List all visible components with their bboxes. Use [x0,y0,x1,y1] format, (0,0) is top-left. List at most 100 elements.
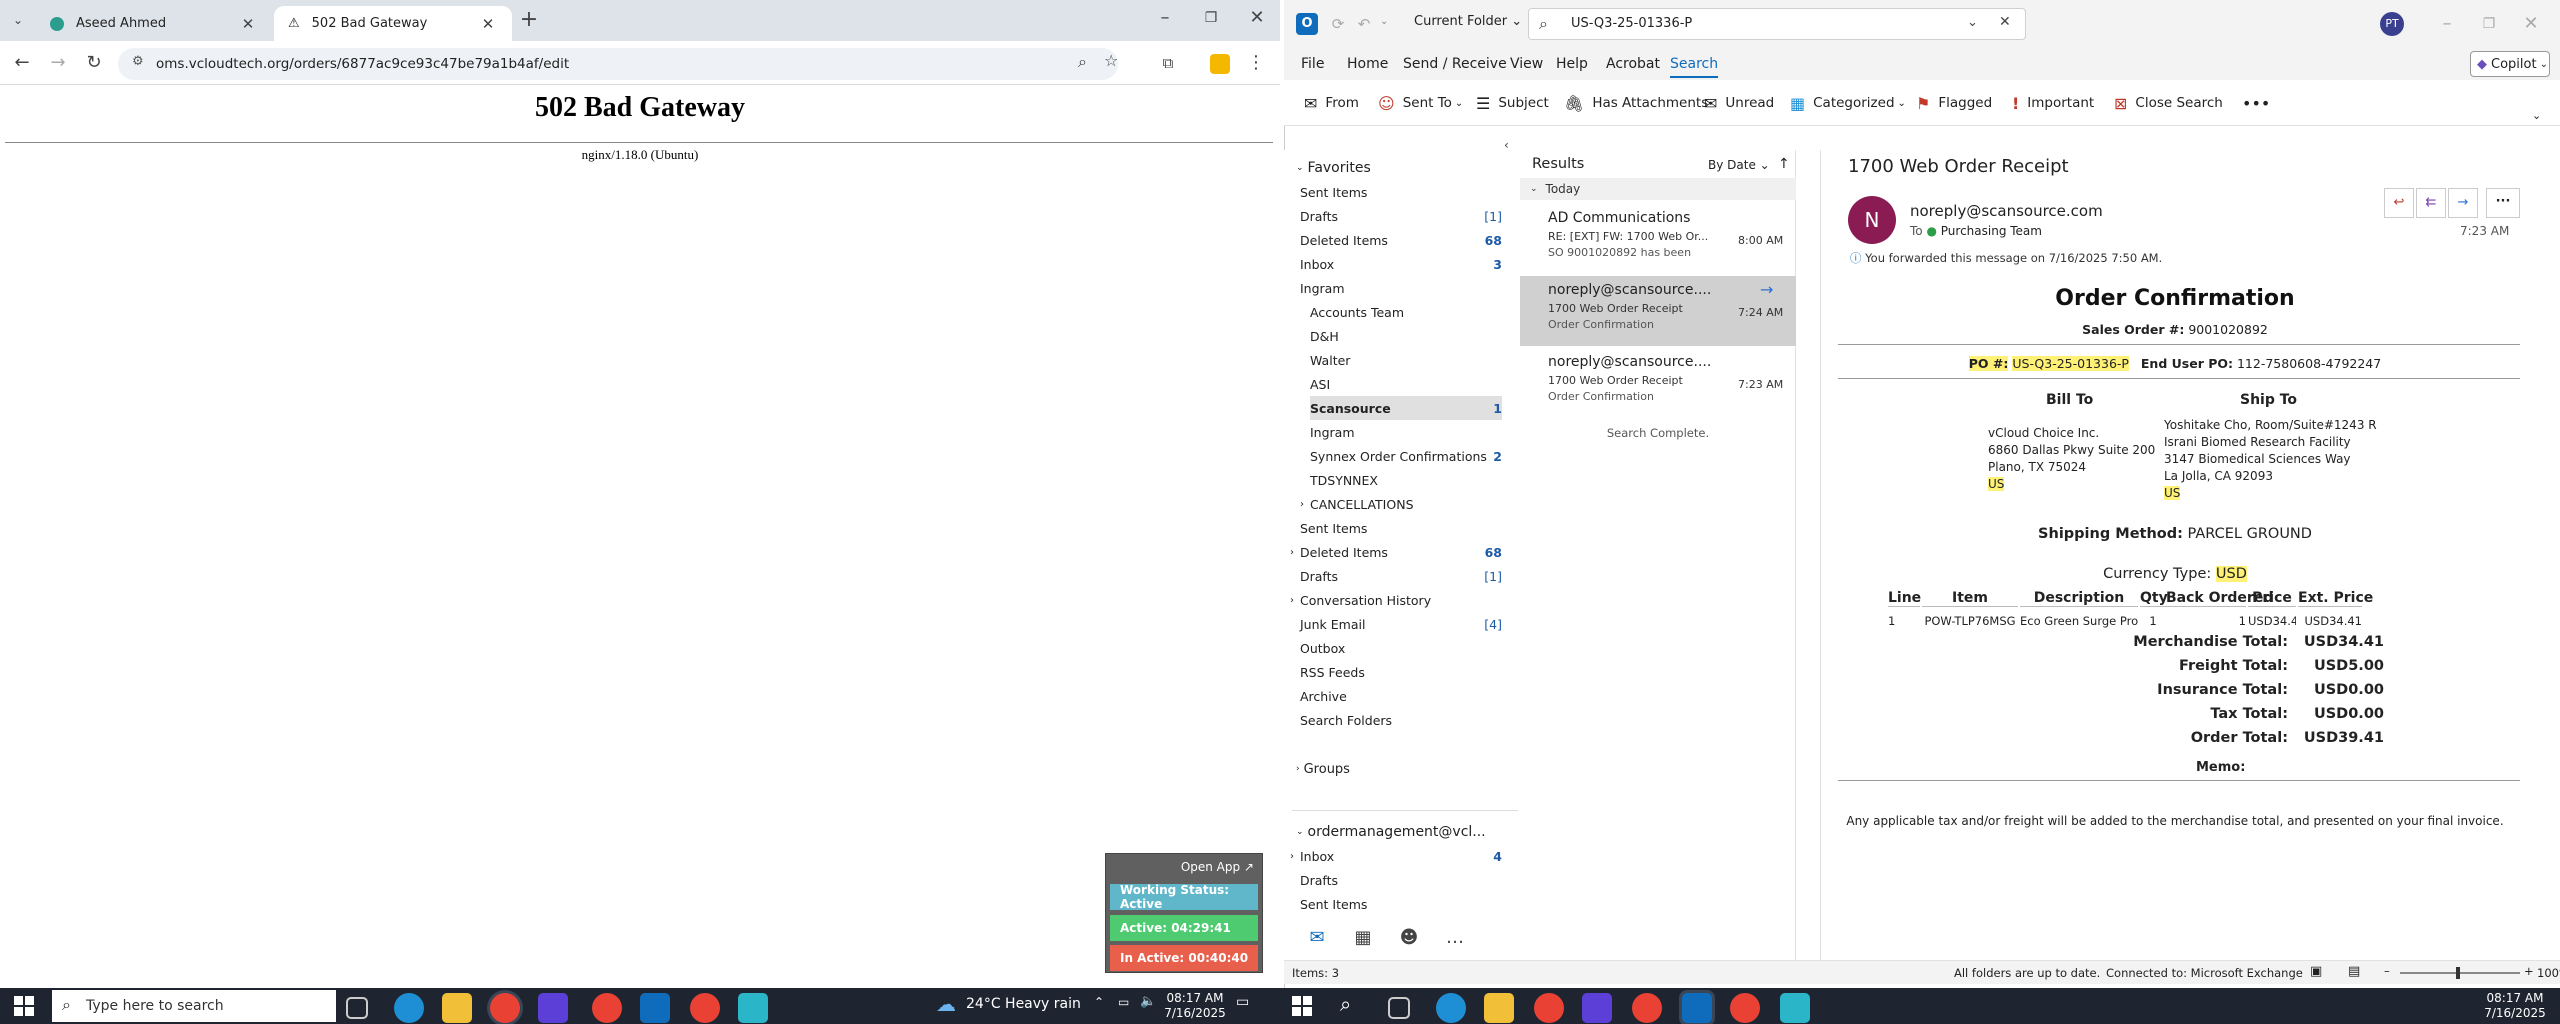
taskbar-search-placeholder[interactable]: Type here to search [86,998,224,1014]
folder-item[interactable]: › Deleted Items 68 [1290,540,1502,564]
menu-search[interactable]: Search [1670,48,1719,78]
outlook-icon[interactable] [640,993,670,1023]
normal-view-icon[interactable]: ▣ [2310,964,2322,979]
people-icon[interactable]: ☻ [1396,924,1422,952]
folder-item[interactable]: D&H [1310,324,1502,348]
restore-icon[interactable]: ❐ [1196,4,1226,32]
menu-view[interactable]: View [1510,48,1543,80]
expand-icon[interactable]: › [1290,595,1300,606]
reload-icon[interactable]: ↻ [80,49,108,77]
tab-search-icon[interactable]: ⌄ [4,6,32,34]
copilot-button[interactable]: ◆ Copilot ⌄ [2470,51,2550,77]
search-dropdown-icon[interactable]: ⌄ [1967,15,1978,30]
more-apps-icon[interactable]: … [1442,924,1468,952]
folder-item[interactable]: Sent Items [1300,892,1502,916]
tab-502-bad-gateway[interactable]: ⚠ 502 Bad Gateway ✕ [274,6,512,41]
network-icon[interactable]: ▭ [1118,995,1129,1009]
menu-help[interactable]: Help [1556,48,1588,80]
folder-item[interactable]: Scansource 1 [1310,396,1502,420]
menu-send-receive[interactable]: Send / Receive [1403,48,1507,80]
group-header[interactable]: ⌄ Today [1520,178,1796,200]
outlook-icon[interactable] [1682,993,1712,1023]
folder-item[interactable]: › Conversation History [1290,588,1502,612]
menu-file[interactable]: File [1301,48,1324,80]
folder-item[interactable]: Ingram [1300,276,1502,300]
clock-time[interactable]: 08:17 AM [2480,991,2550,1005]
chrome-icon[interactable] [1534,993,1564,1023]
sender-address[interactable]: noreply@scansource.com [1910,202,2103,220]
zoho-icon[interactable] [1582,993,1612,1023]
folder-item[interactable]: Synnex Order Confirmations 2 [1310,444,1502,468]
folder-item[interactable]: Junk Email [4] [1300,612,1502,636]
expand-icon[interactable]: › [1300,499,1310,510]
folder-item[interactable]: Ingram [1310,420,1502,444]
taskbar-search[interactable]: ⌕ Type here to search [52,990,336,1022]
bookmark-star-icon[interactable]: ☆ [1104,51,1118,70]
tab-aseed-ahmed[interactable]: Aseed Ahmed ✕ [36,6,272,41]
task-view-icon[interactable] [346,997,368,1019]
folder-item[interactable]: Inbox 3 [1300,252,1502,276]
search-box[interactable]: ⌕ US-Q3-25-01336-P ⌄ ✕ [1528,8,2026,40]
search-icon[interactable]: ⌕ [1340,992,1351,1016]
folder-item[interactable]: Accounts Team [1310,300,1502,324]
list-item[interactable]: noreply@scansource.... 1700 Web Order Rec… [1520,276,1796,346]
edge-icon[interactable] [1436,993,1466,1023]
extensions-icon[interactable]: ⧉ [1154,49,1182,77]
filter-attachments-button[interactable]: 🖇 Has Attachments [1564,88,1708,118]
clock-date[interactable]: 7/16/2025 [1160,1006,1230,1020]
minimize-icon[interactable]: – [2432,10,2462,38]
folder-item[interactable]: › CANCELLATIONS [1300,492,1502,516]
filter-unread-button[interactable]: ✉ Unread [1704,88,1774,118]
list-item[interactable]: noreply@scansource.... 1700 Web Order Rec… [1520,348,1796,418]
weather-text[interactable]: 24°C Heavy rain [966,996,1081,1012]
site-info-icon[interactable]: ⚙ [132,54,144,69]
back-icon[interactable]: ← [8,49,36,77]
folder-item[interactable]: Archive [1300,684,1502,708]
zoom-out-icon[interactable]: – [2384,964,2390,978]
reply-icon[interactable]: ↩ [2384,188,2414,218]
folder-item[interactable]: Search Folders [1300,708,1502,732]
recipient-name[interactable]: Purchasing Team [1941,224,2042,238]
folder-item[interactable]: ASI [1310,372,1502,396]
chrome-icon[interactable] [592,993,622,1023]
extension-icon[interactable] [1210,54,1230,74]
minimize-icon[interactable]: – [1150,4,1180,32]
menu-kebab-icon[interactable]: ⋮ [1244,49,1268,77]
menu-acrobat[interactable]: Acrobat [1606,48,1660,80]
chrome-icon[interactable] [690,993,720,1023]
list-item[interactable]: AD Communications RE: [EXT] FW: 1700 Web … [1520,204,1796,274]
folder-item[interactable]: › Inbox 4 [1290,844,1502,868]
reading-view-icon[interactable]: ▤ [2348,964,2360,979]
more-actions-icon[interactable]: ··· [2486,188,2520,218]
mail-icon[interactable]: ✉ [1304,924,1330,952]
folder-item[interactable]: RSS Feeds [1300,660,1502,684]
tab-close-icon[interactable]: ✕ [478,15,498,33]
address-bar[interactable]: ⚙ oms.vcloudtech.org/orders/6877ac9ce93c… [118,48,1118,80]
filter-categorized-button[interactable]: ▦ Categorized ⌄ [1790,88,1906,118]
folder-item[interactable]: Sent Items [1300,516,1502,540]
account-header[interactable]: ⌄ ordermanagement@vcl... [1296,820,1514,844]
forward-icon[interactable]: → [2448,188,2478,218]
filter-flagged-button[interactable]: ⚑ Flagged [1916,88,1992,118]
app-icon[interactable] [738,993,768,1023]
volume-icon[interactable]: 🔈 [1140,994,1156,1009]
clock-date[interactable]: 7/16/2025 [2480,1006,2550,1020]
folder-item[interactable]: Sent Items [1300,180,1502,204]
close-search-button[interactable]: ⊠ Close Search [2114,88,2223,118]
file-explorer-icon[interactable] [1484,993,1514,1023]
new-tab-icon[interactable]: + [514,6,544,34]
close-window-icon[interactable]: ✕ [1242,4,1272,32]
zoho-icon[interactable] [538,993,568,1023]
notifications-icon[interactable]: ▭ [1236,994,1249,1010]
menu-home[interactable]: Home [1347,48,1388,80]
tab-close-icon[interactable]: ✕ [238,15,258,33]
filter-important-button[interactable]: ! Important [2012,88,2094,118]
chrome-icon[interactable] [1730,993,1760,1023]
clock-time[interactable]: 08:17 AM [1160,991,1230,1005]
folder-item[interactable]: Walter [1310,348,1502,372]
edge-icon[interactable] [394,993,424,1023]
windows-start-icon[interactable] [14,996,34,1016]
zoom-icon[interactable]: ⌕ [1078,52,1087,72]
forward-icon[interactable]: → [44,49,72,77]
filter-subject-button[interactable]: ☰ Subject [1476,88,1549,118]
